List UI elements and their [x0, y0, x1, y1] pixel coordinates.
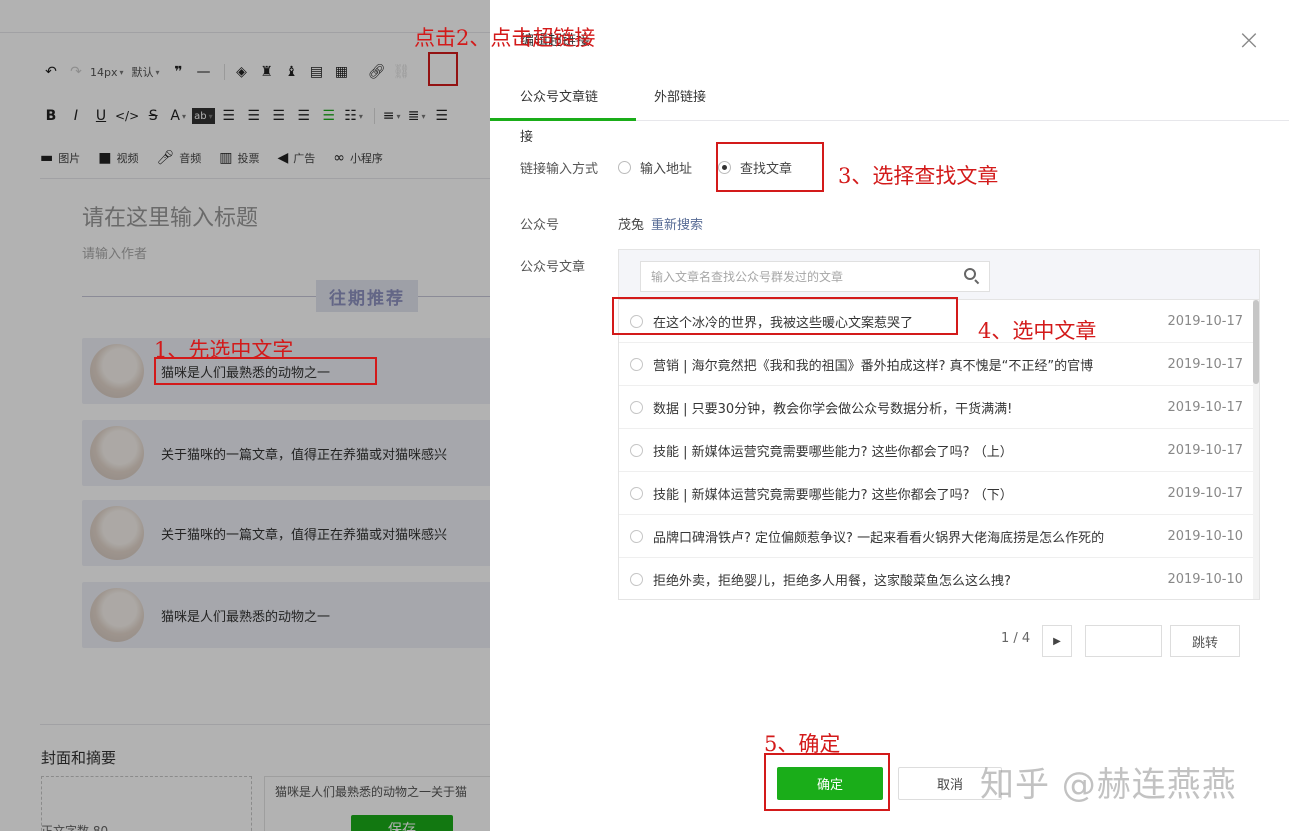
radio-circle[interactable] — [630, 443, 643, 457]
watermark: 知乎 @赫连燕燕 — [980, 765, 1237, 805]
radio-input-address[interactable]: 输入地址 — [618, 158, 692, 177]
article-date: 2019-10-17 — [1167, 356, 1243, 372]
article-title: 营销 | 海尔竟然把《我和我的祖国》番外拍成这样? 真不愧是“不正经”的官博 — [653, 358, 1094, 374]
modal-overlay — [0, 0, 490, 831]
radio-circle[interactable] — [630, 529, 643, 543]
article-date: 2019-10-17 — [1167, 313, 1243, 329]
article-row[interactable]: 营销 | 海尔竟然把《我和我的祖国》番外拍成这样? 真不愧是“不正经”的官博 2… — [619, 343, 1253, 386]
article-date: 2019-10-17 — [1167, 442, 1243, 458]
annotation-box-step3 — [716, 142, 824, 192]
article-row[interactable]: 数据 | 只要30分钟，教会你学会做公众号数据分析，干货满满! 2019-10-… — [619, 386, 1253, 429]
article-row[interactable]: 拒绝外卖，拒绝婴儿，拒绝多人用餐，这家酸菜鱼怎么这么拽? 2019-10-10 — [619, 558, 1253, 601]
articles-label: 公众号文章 — [520, 260, 586, 275]
article-title: 数据 | 只要30分钟，教会你学会做公众号数据分析，干货满满! — [653, 401, 1013, 417]
account-label: 公众号 — [520, 218, 560, 233]
radio-circle[interactable] — [630, 357, 643, 371]
radio-circle[interactable] — [618, 161, 631, 174]
jump-button[interactable]: 跳转 — [1170, 625, 1240, 657]
article-date: 2019-10-10 — [1167, 572, 1243, 587]
annotation-box-step5 — [764, 753, 890, 811]
annotation-step3: 3、选择查找文章 — [838, 164, 999, 188]
annotation-step2: 点击2、点击超链接 — [414, 26, 596, 50]
chevron-right-icon: ▶ — [1053, 635, 1061, 647]
article-row[interactable]: 技能 | 新媒体运营究竟需要哪些能力? 这些你都会了吗? （下） 2019-10… — [619, 472, 1253, 515]
article-date: 2019-10-10 — [1167, 528, 1243, 544]
article-row[interactable]: 品牌口碑滑铁卢? 定位偏颇惹争议? 一起来看看火锅界大佬海底捞是怎么作死的 20… — [619, 515, 1253, 558]
article-title: 品牌口碑滑铁卢? 定位偏颇惹争议? 一起来看看火锅界大佬海底捞是怎么作死的 — [653, 530, 1105, 546]
input-mode-label: 链接输入方式 — [520, 162, 599, 177]
article-row[interactable]: 技能 | 新媒体运营究竟需要哪些能力? 这些你都会了吗? （上） 2019-10… — [619, 429, 1253, 472]
pagination-text: 1 / 4 — [1001, 631, 1031, 646]
article-search-input[interactable] — [640, 261, 990, 292]
radio-circle[interactable] — [630, 573, 643, 586]
account-name: 茂兔 — [618, 218, 645, 233]
annotation-step4: 4、选中文章 — [978, 319, 1097, 343]
article-date: 2019-10-17 — [1167, 485, 1243, 501]
annotation-step1: 1、先选中文字 — [154, 338, 294, 362]
radio-circle[interactable] — [630, 400, 643, 414]
article-title: 技能 | 新媒体运营究竟需要哪些能力? 这些你都会了吗? （上） — [653, 444, 1013, 460]
article-date: 2019-10-17 — [1167, 399, 1243, 415]
list-scrollbar[interactable] — [1253, 300, 1259, 599]
dialog-tabs: 公众号文章链接 外部链接 — [490, 78, 1289, 145]
tab-external-link[interactable]: 外部链接 — [624, 78, 736, 121]
article-search-bar — [619, 250, 1259, 300]
article-title: 技能 | 新媒体运营究竟需要哪些能力? 这些你都会了吗? （下） — [653, 487, 1013, 503]
radio-circle[interactable] — [630, 486, 643, 500]
hyperlink-dialog: 编辑超链接 × 公众号文章链接 外部链接 链接输入方式 输入地址 查找文章 公众… — [490, 6, 1289, 831]
close-icon[interactable]: × — [1235, 26, 1263, 54]
research-link[interactable]: 重新搜索 — [651, 214, 703, 233]
annotation-box-step4 — [612, 297, 958, 335]
search-icon[interactable] — [964, 268, 976, 280]
next-page-button[interactable]: ▶ — [1042, 625, 1072, 657]
tab-article-link[interactable]: 公众号文章链接 — [490, 78, 636, 145]
page-jump-input[interactable] — [1085, 625, 1162, 657]
article-title: 拒绝外卖，拒绝婴儿，拒绝多人用餐，这家酸菜鱼怎么这么拽? — [653, 574, 1011, 589]
scrollbar-thumb[interactable] — [1253, 300, 1259, 384]
